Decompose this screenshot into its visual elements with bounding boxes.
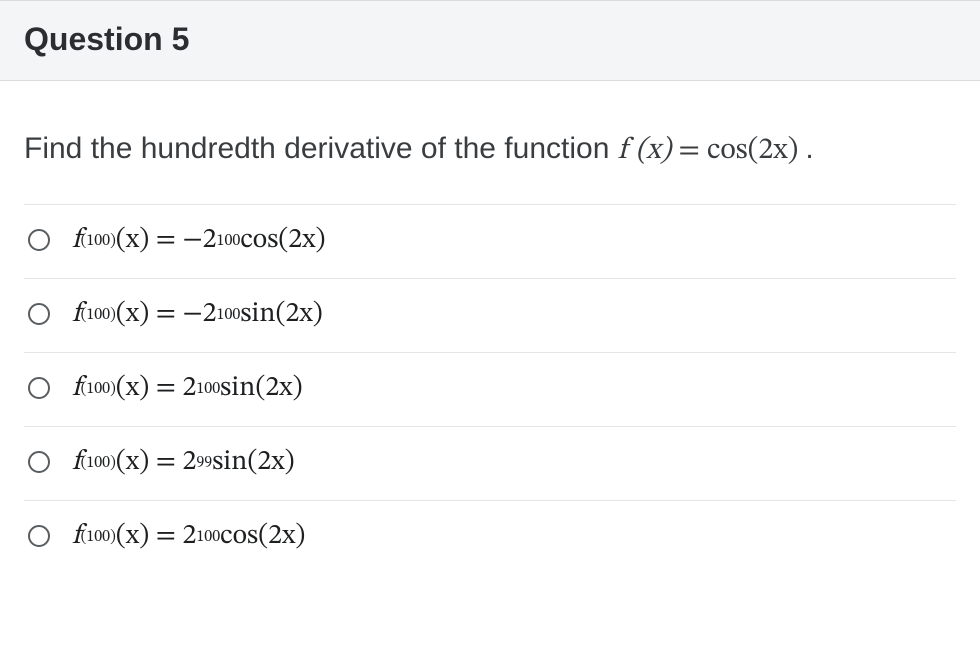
answer-math: f(100) (x) = 2100 sin(2x) [72,371,303,406]
answer-math: f(100) (x) = −2100 sin(2x) [72,297,323,332]
radio-icon[interactable] [28,451,50,473]
answer-options: f(100) (x) = −2100 cos(2x) f(100) (x) = … [0,204,980,574]
answer-math: f(100) (x) = 299 sin(2x) [72,445,295,480]
answer-option[interactable]: f(100) (x) = 2100 cos(2x) [24,500,956,574]
answer-option[interactable]: f(100) (x) = −2100 sin(2x) [24,278,956,352]
answer-math: f(100) (x) = −2100 cos(2x) [72,223,326,258]
question-prompt: Find the hundredth derivative of the fun… [0,81,980,204]
answer-option[interactable]: f(100) (x) = 299 sin(2x) [24,426,956,500]
answer-option[interactable]: f(100) (x) = 2100 sin(2x) [24,352,956,426]
question-header: Question 5 [0,0,980,81]
prompt-function: f (x) = cos(2x) [618,136,806,166]
question-title: Question 5 [24,21,956,58]
radio-icon[interactable] [28,303,50,325]
radio-icon[interactable] [28,525,50,547]
answer-math: f(100) (x) = 2100 cos(2x) [72,519,305,554]
radio-icon[interactable] [28,377,50,399]
answer-option[interactable]: f(100) (x) = −2100 cos(2x) [24,204,956,278]
radio-icon[interactable] [28,229,50,251]
prompt-lead: Find the hundredth derivative of the fun… [24,132,618,165]
